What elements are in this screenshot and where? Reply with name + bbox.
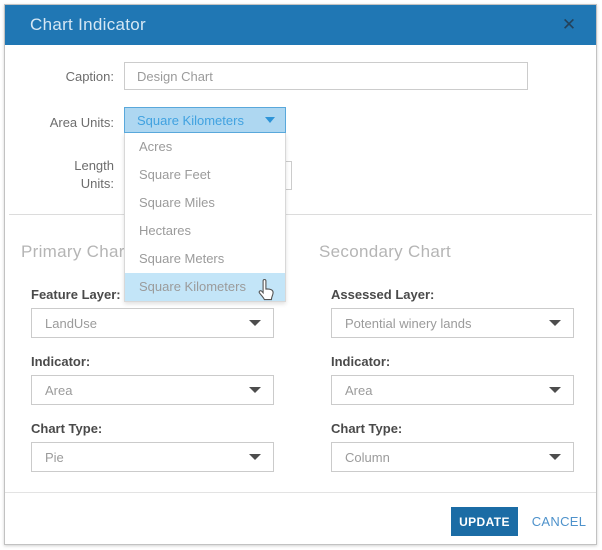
- secondary-indicator-label: Indicator:: [331, 354, 390, 369]
- dialog-title: Chart Indicator: [5, 15, 146, 35]
- chevron-down-icon: [249, 387, 261, 393]
- dropdown-option-square-kilometers[interactable]: Square Kilometers: [125, 273, 285, 301]
- secondary-chart-type-value: Column: [332, 450, 549, 465]
- section-divider: [9, 214, 592, 215]
- dialog-header: Chart Indicator ✕: [5, 5, 596, 45]
- secondary-indicator-select[interactable]: Area: [331, 375, 574, 405]
- update-button[interactable]: UPDATE: [451, 507, 518, 536]
- length-units-label-line2: Units:: [5, 176, 114, 191]
- chevron-down-icon: [249, 454, 261, 460]
- dropdown-option-square-miles[interactable]: Square Miles: [125, 189, 285, 217]
- feature-layer-label: Feature Layer:: [31, 287, 121, 302]
- dropdown-option-acres[interactable]: Acres: [125, 133, 285, 161]
- secondary-chart-heading: Secondary Chart: [319, 242, 451, 262]
- footer-divider: [5, 492, 596, 493]
- length-units-label-line1: Length: [5, 158, 114, 173]
- feature-layer-value: LandUse: [32, 316, 249, 331]
- assessed-layer-label: Assessed Layer:: [331, 287, 434, 302]
- dropdown-option-label: Square Kilometers: [139, 279, 246, 294]
- primary-chart-type-value: Pie: [32, 450, 249, 465]
- assessed-layer-value: Potential winery lands: [332, 316, 549, 331]
- chart-indicator-dialog: Chart Indicator ✕ Caption: Area Units: S…: [4, 4, 597, 545]
- dropdown-option-hectares[interactable]: Hectares: [125, 217, 285, 245]
- secondary-chart-type-label: Chart Type:: [331, 421, 402, 436]
- area-units-label: Area Units:: [5, 115, 114, 130]
- dropdown-option-square-feet[interactable]: Square Feet: [125, 161, 285, 189]
- chevron-down-icon: [265, 117, 275, 123]
- cursor-hand-icon: [255, 277, 279, 303]
- primary-chart-type-label: Chart Type:: [31, 421, 102, 436]
- caption-label: Caption:: [5, 69, 114, 84]
- chevron-down-icon: [249, 320, 261, 326]
- area-units-dropdown-list: Acres Square Feet Square Miles Hectares …: [124, 133, 286, 302]
- primary-chart-type-select[interactable]: Pie: [31, 442, 274, 472]
- cancel-button[interactable]: CANCEL: [529, 514, 589, 529]
- primary-chart-heading: Primary Chart: [21, 242, 130, 262]
- chevron-down-icon: [549, 454, 561, 460]
- primary-indicator-label: Indicator:: [31, 354, 90, 369]
- area-units-select[interactable]: Square Kilometers: [124, 107, 286, 133]
- area-units-value: Square Kilometers: [125, 113, 265, 128]
- secondary-indicator-value: Area: [332, 383, 549, 398]
- primary-indicator-value: Area: [32, 383, 249, 398]
- close-icon[interactable]: ✕: [558, 14, 580, 36]
- secondary-chart-type-select[interactable]: Column: [331, 442, 574, 472]
- primary-indicator-select[interactable]: Area: [31, 375, 274, 405]
- chevron-down-icon: [549, 387, 561, 393]
- caption-input[interactable]: [124, 62, 528, 90]
- feature-layer-select[interactable]: LandUse: [31, 308, 274, 338]
- dropdown-option-square-meters[interactable]: Square Meters: [125, 245, 285, 273]
- chevron-down-icon: [549, 320, 561, 326]
- assessed-layer-select[interactable]: Potential winery lands: [331, 308, 574, 338]
